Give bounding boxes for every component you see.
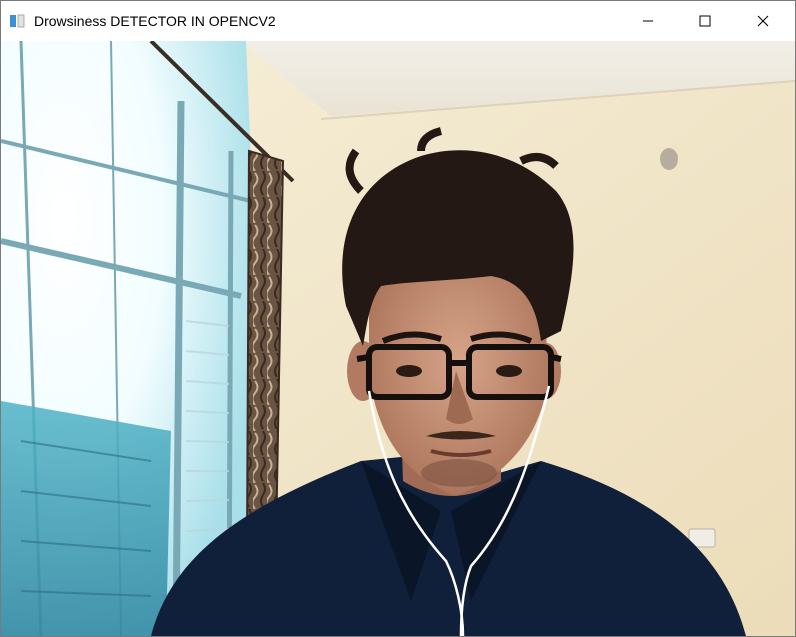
minimize-button[interactable]	[625, 1, 671, 41]
opencv-window: Drowsiness DETECTOR IN OPENCV2	[0, 0, 796, 637]
right-eye	[496, 365, 522, 377]
maximize-button[interactable]	[682, 1, 728, 41]
close-icon	[757, 15, 769, 27]
maximize-icon	[699, 15, 711, 27]
title-bar[interactable]: Drowsiness DETECTOR IN OPENCV2	[1, 1, 795, 41]
webcam-video-frame	[1, 41, 795, 636]
minimize-icon	[642, 15, 654, 27]
wall-fixture	[660, 148, 678, 170]
opencv-window-icon	[9, 13, 25, 29]
window-title: Drowsiness DETECTOR IN OPENCV2	[34, 13, 276, 29]
outside-view	[1, 401, 171, 636]
left-eye	[396, 365, 422, 377]
close-button[interactable]	[740, 1, 786, 41]
